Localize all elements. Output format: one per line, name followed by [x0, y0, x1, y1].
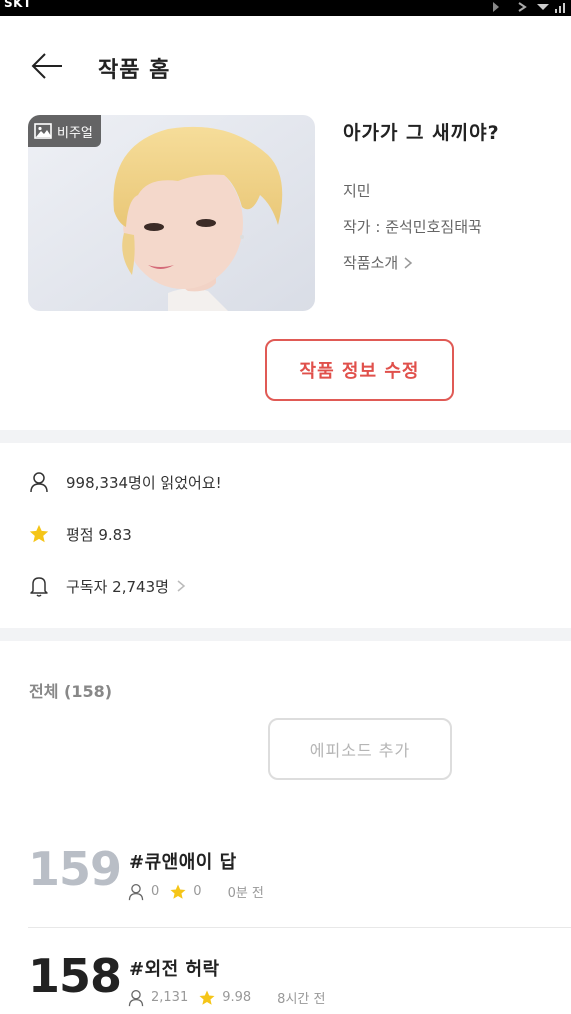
person-icon: [128, 883, 144, 900]
episode-number: 158: [28, 949, 122, 1003]
episode-meta: 0 0 0분 전: [127, 882, 264, 901]
work-genre: 지민: [343, 182, 371, 200]
work-intro-label: 작품소개: [343, 254, 399, 272]
back-button[interactable]: [26, 49, 66, 83]
subscribers-count: 구독자 2,743명: [66, 577, 169, 596]
app-header: 작품 홈: [0, 16, 571, 116]
work-intro-link[interactable]: 작품소개: [343, 252, 414, 273]
episode-item[interactable]: 159 #큐앤애이 답 0 0 0분 전: [0, 828, 571, 928]
visual-badge-label: 비주얼: [57, 125, 93, 141]
section-divider: [0, 430, 571, 443]
star-icon: [199, 990, 215, 1005]
episode-total: 전체 (158): [29, 682, 113, 701]
work-info: 아가가 그 새끼야? 지민 작가 : 준석민호짐태꾹 작품소개: [343, 118, 563, 272]
episode-time: 8시간 전: [277, 992, 326, 1007]
episode-number: 159: [28, 842, 122, 896]
system-status-icons: [485, 0, 565, 17]
episode-separator: [28, 927, 571, 928]
subscribers-link[interactable]: 구독자 2,743명: [28, 575, 187, 597]
section-divider: [0, 628, 571, 641]
chevron-right-icon: [177, 580, 186, 592]
add-episode-button[interactable]: 에피소드 추가: [268, 718, 452, 780]
episode-views: 2,131: [151, 990, 189, 1005]
carrier-label: SKT: [4, 0, 32, 10]
work-author: 작가 : 준석민호짐태꾹: [343, 218, 482, 236]
episode-views: 0: [151, 884, 160, 899]
rating-value: 평점 9.83: [66, 525, 132, 544]
episode-title: #외전 허락: [129, 959, 220, 980]
episode-rating: 9.98: [222, 990, 252, 1005]
cover-image[interactable]: 비주얼: [28, 115, 315, 311]
person-icon: [128, 989, 144, 1006]
star-icon: [170, 884, 186, 899]
edit-work-info-button[interactable]: 작품 정보 수정: [265, 339, 454, 401]
bell-icon: [30, 577, 48, 597]
arrow-left-icon: [31, 53, 62, 79]
image-icon: [34, 123, 52, 139]
episode-title: #큐앤애이 답: [129, 852, 237, 873]
rating-stat: 평점 9.83: [28, 523, 132, 545]
episode-time: 0분 전: [227, 886, 264, 901]
episode-meta: 2,131 9.98 8시간 전: [127, 988, 325, 1007]
status-bar: SKT: [0, 0, 571, 16]
person-icon: [30, 472, 48, 493]
readers-count: 998,334명이 읽었어요!: [66, 473, 222, 492]
episode-item[interactable]: 158 #외전 허락 2,131 9.98 8시간 전: [0, 935, 571, 1014]
readers-stat: 998,334명이 읽었어요!: [28, 471, 222, 493]
episode-rating: 0: [193, 884, 202, 899]
star-icon: [29, 524, 49, 543]
visual-badge: 비주얼: [28, 115, 101, 147]
page-title: 작품 홈: [98, 58, 171, 83]
chevron-right-icon: [404, 256, 413, 269]
work-title: 아가가 그 새끼야?: [343, 122, 500, 144]
